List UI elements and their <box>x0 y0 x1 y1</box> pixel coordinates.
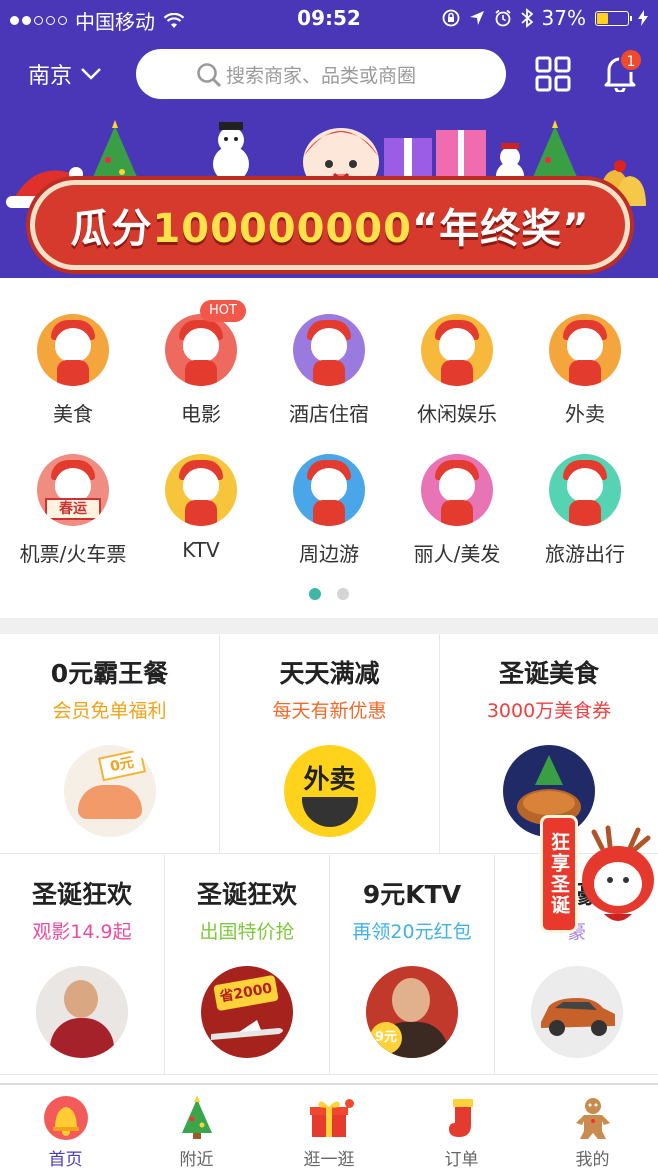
gift-box-icon <box>384 130 486 182</box>
battery-icon <box>595 10 632 26</box>
promo-flight-deal[interactable]: 圣诞狂欢 出国特价抢 省2000 <box>164 855 329 1075</box>
ticket-icon: 春运 <box>37 454 109 526</box>
search-bar[interactable]: 搜索商家、品类或商圈 <box>136 49 506 99</box>
section-divider <box>0 618 658 634</box>
category-movie[interactable]: 电影 <box>136 314 266 427</box>
tab-profile[interactable]: 我的 <box>527 1085 658 1170</box>
ktv-singer-icon: 9元 <box>366 966 458 1058</box>
flight-deal-icon: 省2000 <box>201 966 293 1058</box>
tab-explore[interactable]: 逛一逛 <box>262 1085 396 1170</box>
leisure-icon <box>421 314 493 386</box>
christmas-float-tag[interactable]: 狂享圣诞 <box>540 815 578 933</box>
category-leisure[interactable]: 休闲娱乐 <box>392 314 522 427</box>
qr-scan-icon[interactable] <box>535 56 571 92</box>
promo-daily-discount[interactable]: 天天满减 每天有新优惠 外卖 <box>219 634 439 854</box>
hotel-icon <box>293 314 365 386</box>
hot-badge: HOT <box>200 300 246 322</box>
beauty-icon <box>421 454 493 526</box>
promo-ktv-deal[interactable]: 9元KTV 再领20元红包 9元 <box>329 855 494 1075</box>
profile-gingerbread-icon <box>570 1095 616 1141</box>
city-selector[interactable]: 南京 <box>28 58 102 90</box>
food-icon <box>37 314 109 386</box>
category-food[interactable]: 美食 <box>8 314 138 427</box>
tab-nearby[interactable]: 附近 <box>131 1085 262 1170</box>
home-bell-icon <box>43 1095 89 1141</box>
tab-orders[interactable]: 订单 <box>396 1085 527 1170</box>
movie-icon <box>165 314 237 386</box>
category-beauty[interactable]: 丽人/美发 <box>392 454 522 567</box>
rotation-lock-icon <box>442 9 459 27</box>
category-tickets[interactable]: 春运 机票/火车票 <box>8 454 138 567</box>
battery-percent: 37% <box>541 6 586 30</box>
category-nearby-tour[interactable]: 周边游 <box>264 454 394 567</box>
nearby-tree-icon <box>174 1095 220 1141</box>
gift-icon <box>306 1095 354 1141</box>
search-icon <box>197 63 221 87</box>
takeout-icon <box>549 314 621 386</box>
promo-banner[interactable]: 瓜分100000000“年终奖” <box>0 112 658 278</box>
tab-home[interactable]: 首页 <box>0 1085 131 1170</box>
movie-star-icon <box>36 966 128 1058</box>
nearby-tour-icon <box>293 454 365 526</box>
chevron-down-icon <box>81 68 101 80</box>
search-placeholder: 搜索商家、品类或商圈 <box>226 64 417 87</box>
top-navigation: 南京 搜索商家、品类或商圈 1 <box>0 38 658 112</box>
ktv-icon <box>165 454 237 526</box>
status-bar: 中国移动 09:52 37% <box>0 0 658 38</box>
snowman-icon <box>213 122 249 182</box>
car-icon <box>530 966 623 1058</box>
promo-free-meal[interactable]: 0元霸王餐 会员免单福利 0元 <box>0 634 219 854</box>
category-hotel[interactable]: 酒店住宿 <box>264 314 394 427</box>
charging-icon <box>638 10 648 26</box>
alarm-icon <box>494 9 511 27</box>
notification-count-badge: 1 <box>619 48 643 72</box>
travel-icon <box>549 454 621 526</box>
banner-headline: 瓜分100000000“年终奖” <box>70 206 590 252</box>
new-indicator-dot <box>345 1099 354 1108</box>
takeout-discount-icon: 外卖 <box>283 745 376 837</box>
category-ktv[interactable]: KTV <box>136 454 266 562</box>
spring-festival-tag: 春运 <box>45 498 101 520</box>
reindeer-mascot-icon[interactable] <box>574 822 658 932</box>
bluetooth-icon <box>520 8 533 28</box>
category-grid: 美食 电影 酒店住宿 休闲娱乐 外卖 HOT 春运 机票/火车票 KTV 周边游 … <box>0 278 658 618</box>
page-dot-1[interactable] <box>309 588 321 600</box>
free-meal-icon: 0元 <box>63 745 156 837</box>
page-dot-2[interactable] <box>337 588 349 600</box>
category-takeout[interactable]: 外卖 <box>520 314 650 427</box>
promo-christmas-movie[interactable]: 圣诞狂欢 观影14.9起 <box>0 855 164 1075</box>
location-arrow-icon <box>469 11 484 25</box>
city-name: 南京 <box>28 64 73 89</box>
order-stocking-icon <box>439 1095 485 1141</box>
bottom-tab-bar: 首页 附近 逛一逛 订单 我的 <box>0 1083 658 1170</box>
category-travel[interactable]: 旅游出行 <box>520 454 650 567</box>
page-indicator[interactable] <box>0 588 658 600</box>
